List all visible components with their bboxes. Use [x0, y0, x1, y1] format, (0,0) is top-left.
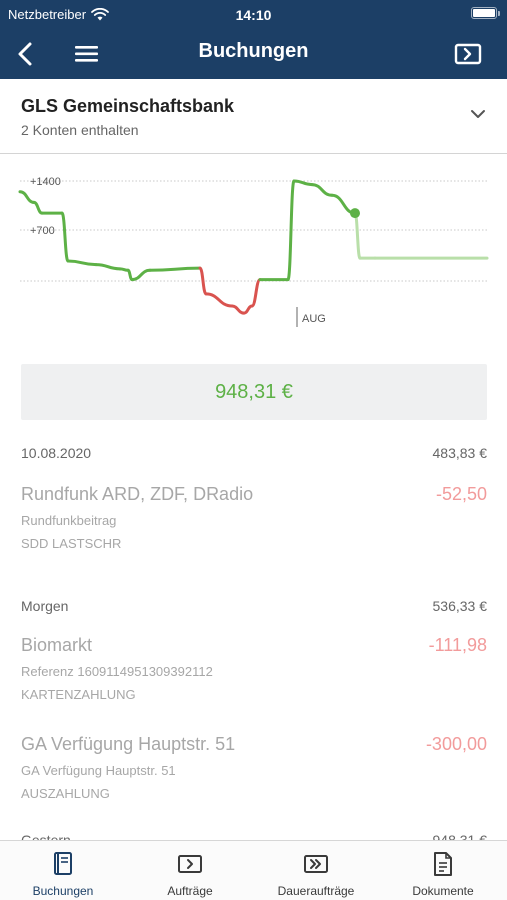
tab-bar: Buchungen Aufträge Daueraufträge Dokumen…: [0, 840, 507, 900]
chart-line-segment: [32, 200, 44, 215]
balance-chart: +1400 +700 AUG: [0, 155, 507, 345]
y-tick-1400: +1400: [30, 176, 61, 188]
standing-order-icon: [304, 855, 328, 873]
chart-line-segment: [198, 266, 208, 296]
chart-line-segment: [353, 211, 362, 260]
chevron-down-icon[interactable]: [469, 105, 487, 123]
chart-line-segment: [292, 179, 314, 187]
tab-label: Aufträge: [167, 884, 213, 898]
tab-dokumente[interactable]: Dokumente: [380, 841, 506, 900]
day-saldo: 536,33 €: [432, 598, 488, 614]
chart-line-segment: [250, 278, 262, 308]
tab-label: Dokumente: [412, 884, 474, 898]
top-bar: Netzbetreiber 14:10 Buchungen: [0, 0, 507, 79]
transaction-title: GA Verfügung Hauptstr. 51: [21, 734, 236, 754]
transaction-amount: -52,50: [435, 484, 487, 504]
tab-auftraege[interactable]: Aufträge: [127, 841, 253, 900]
logout-icon[interactable]: [453, 39, 483, 69]
day-header: 10.08.2020 483,83 €: [0, 438, 507, 468]
account-name: GLS Gemeinschaftsbank: [21, 96, 235, 116]
transaction-type: AUSZAHLUNG: [21, 786, 110, 801]
chart-line-segment: [66, 259, 98, 267]
transaction-detail: Referenz 1609114951309392112: [21, 664, 213, 679]
transaction-type: KARTENZAHLUNG: [21, 687, 136, 702]
nav-bar: Buchungen: [0, 30, 507, 79]
tab-label: Buchungen: [32, 884, 94, 898]
transaction-item[interactable]: GA Verfügung Hauptstr. 51 -300,00 GA Ver…: [0, 734, 507, 825]
chart-line-segment: [204, 292, 234, 308]
day-header: Morgen 536,33 €: [0, 591, 507, 621]
account-selector[interactable]: GLS Gemeinschaftsbank 2 Konten enthalten: [0, 79, 507, 154]
transaction-detail: Rundfunkbeitrag: [21, 513, 117, 528]
chart-line-segment: [130, 268, 152, 282]
chart-line-segment: [126, 268, 134, 282]
chart-line-segment: [230, 304, 246, 315]
balance-chart-svg: +1400 +700 AUG: [18, 176, 489, 327]
page-title: Buchungen: [198, 40, 309, 62]
status-bar: Netzbetreiber 14:10: [0, 0, 507, 30]
y-tick-700: +700: [30, 225, 55, 237]
chart-line-segment: [60, 211, 70, 263]
transaction-item[interactable]: Biomarkt -111,98 Referenz 16091149513093…: [0, 635, 507, 734]
tab-label: Daueraufträge: [277, 884, 355, 898]
transaction-title: Rundfunk ARD, ZDF, DRadio: [21, 484, 254, 504]
tab-dauerauftraege[interactable]: Daueraufträge: [253, 841, 379, 900]
transaction-list: 10.08.2020 483,83 € Rundfunk ARD, ZDF, D…: [0, 438, 507, 855]
transaction-detail: GA Verfügung Hauptstr. 51: [21, 763, 176, 778]
transfer-icon: [178, 855, 202, 873]
book-icon: [54, 852, 72, 875]
account-subtitle: 2 Konten enthalten: [21, 122, 139, 138]
current-balance: 948,31 €: [21, 364, 487, 420]
transaction-title: Biomarkt: [21, 635, 93, 655]
document-icon: [434, 852, 452, 876]
day-date: Morgen: [21, 598, 69, 614]
chart-line-segment: [242, 304, 254, 315]
day-saldo: 483,83 €: [432, 445, 488, 461]
status-time: 14:10: [235, 7, 272, 23]
tab-buchungen[interactable]: Buchungen: [0, 841, 126, 900]
transaction-amount: -111,98: [428, 635, 487, 655]
day-date: 10.08.2020: [21, 445, 92, 461]
transaction-item[interactable]: Rundfunk ARD, ZDF, DRadio -52,50 Rundfun…: [0, 484, 507, 591]
transaction-amount: -300,00: [425, 734, 487, 754]
month-marker-label: AUG: [302, 313, 326, 325]
chart-line-segment: [310, 183, 334, 197]
battery-icon: [471, 7, 500, 19]
chart-today-point: [350, 208, 360, 219]
chart-line-segment: [148, 266, 202, 272]
chart-line-segment: [18, 190, 36, 204]
chart-line-segment: [94, 263, 122, 271]
transaction-type: SDD LASTSCHR: [21, 536, 122, 551]
